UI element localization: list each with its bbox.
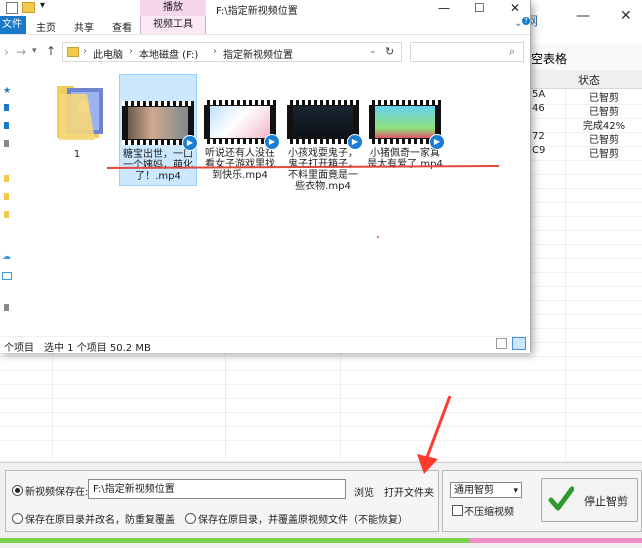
close-icon[interactable]: ✕ bbox=[620, 8, 632, 24]
table-row: 72 已智剪 bbox=[532, 131, 619, 146]
file-name: 1 bbox=[73, 149, 81, 160]
file-name: 糖宝出世，一口一个姨妈，萌化了！.mp4 bbox=[123, 149, 193, 182]
video-thumbnail: ▶ bbox=[204, 100, 280, 150]
progress-bar-done bbox=[0, 538, 470, 543]
folder-thumbnail-icon bbox=[57, 86, 103, 140]
red-dot-mark bbox=[377, 236, 379, 238]
up-arrow-icon[interactable]: ↑ bbox=[46, 44, 56, 58]
maximize-icon[interactable]: ☐ bbox=[474, 1, 485, 15]
no-compress-checkbox[interactable] bbox=[452, 505, 463, 516]
tab-file[interactable]: 文件 bbox=[0, 16, 26, 34]
address-bar[interactable]: › 此电脑 › 本地磁盘 (F:) › 指定新视频位置 ⌄ ↻ bbox=[62, 42, 402, 62]
file-name: 小孩戏耍鬼子，鬼子打开箱子，不料里面竟是一些衣物.mp4 bbox=[288, 148, 358, 192]
search-input[interactable]: ⌕ bbox=[410, 42, 524, 62]
mode-select-value: 通用智剪 bbox=[454, 485, 494, 496]
no-compress-label: 不压缩视频 bbox=[464, 507, 514, 518]
breadcrumb-this-pc[interactable]: 此电脑 bbox=[93, 46, 123, 61]
refresh-icon[interactable]: ↻ bbox=[385, 45, 394, 58]
video-item[interactable]: ▶ 小猪佩奇一家真是太有爱了.mp4 bbox=[366, 100, 445, 170]
recent-dropdown-icon[interactable]: ▾ bbox=[32, 46, 37, 56]
video-thumbnail: ▶ bbox=[369, 100, 445, 150]
breadcrumb-drive[interactable]: 本地磁盘 (F:) bbox=[139, 46, 198, 61]
video-thumbnail: ▶ bbox=[287, 100, 363, 150]
separator-icon: › bbox=[83, 46, 87, 57]
mode-select[interactable]: 通用智剪 ▾ bbox=[450, 482, 522, 498]
help-icon[interactable]: ? bbox=[522, 17, 530, 25]
back-arrow-icon[interactable]: › bbox=[4, 45, 9, 59]
explorer-window-title: F:\指定新视频位置 bbox=[216, 6, 298, 17]
save-new-location-radio[interactable] bbox=[12, 485, 23, 496]
folder-icon[interactable] bbox=[4, 175, 9, 182]
file-name: 听说还有人没在看女子游戏里找到快乐.mp4 bbox=[205, 148, 275, 181]
save-path-field[interactable]: F:\指定新视频位置 bbox=[88, 479, 346, 499]
app-window-controls: — ✕ bbox=[560, 8, 640, 28]
save-rename-radio[interactable] bbox=[12, 513, 23, 524]
video-player-badge-icon: ▶ bbox=[429, 134, 445, 150]
open-folder-button[interactable]: 打开文件夹 bbox=[384, 484, 434, 499]
minimize-icon[interactable]: — bbox=[438, 1, 450, 15]
overwrite-radio[interactable] bbox=[185, 513, 196, 524]
drive-icon[interactable] bbox=[4, 304, 9, 311]
tab-video-tools[interactable]: 视频工具 bbox=[140, 16, 206, 34]
selection-info: 选中 1 个项目 50.2 MB bbox=[44, 343, 151, 354]
breadcrumb-folder[interactable]: 指定新视频位置 bbox=[223, 46, 293, 61]
checkbox-icon[interactable] bbox=[6, 2, 18, 14]
video-player-badge-icon: ▶ bbox=[347, 134, 363, 150]
forward-arrow-icon[interactable]: → bbox=[16, 45, 26, 59]
chevron-down-icon: ▾ bbox=[513, 486, 518, 496]
folder-icon bbox=[67, 47, 79, 57]
close-icon[interactable]: ✕ bbox=[510, 1, 520, 15]
explorer-status-bar: 个项目 选中 1 个项目 50.2 MB bbox=[0, 336, 530, 354]
this-pc-icon[interactable] bbox=[2, 272, 12, 280]
quick-access-dropdown-icon[interactable]: ▾ bbox=[40, 0, 45, 11]
checkmark-icon bbox=[548, 486, 574, 511]
minimize-icon[interactable]: — bbox=[576, 8, 590, 24]
folder-icon bbox=[22, 2, 35, 13]
table-row: 46 已智剪 bbox=[532, 103, 619, 118]
cloud-icon[interactable]: ☁ bbox=[2, 252, 11, 262]
save-location-label: 新视频保存在: bbox=[25, 487, 89, 498]
folder-item[interactable]: 1 bbox=[38, 80, 116, 160]
large-icons-view-icon[interactable] bbox=[512, 337, 526, 350]
table-row: 5A 已智剪 bbox=[532, 89, 619, 104]
status-column-header: 状态 bbox=[578, 74, 600, 87]
video-player-badge-icon: ▶ bbox=[264, 134, 280, 150]
stop-cut-button[interactable]: 停止智剪 bbox=[541, 478, 638, 522]
details-view-icon[interactable] bbox=[496, 338, 507, 349]
browse-button[interactable]: 浏览 bbox=[354, 484, 374, 499]
tab-view[interactable]: 查看 bbox=[112, 19, 132, 34]
item-count: 个项目 bbox=[4, 343, 34, 354]
address-dropdown-icon[interactable]: ⌄ bbox=[369, 46, 377, 56]
video-item[interactable]: ▶ 小孩戏耍鬼子，鬼子打开箱子，不料里面竟是一些衣物.mp4 bbox=[284, 100, 363, 192]
quick-access-star-icon[interactable]: ★ bbox=[3, 86, 11, 96]
video-item-selected[interactable]: ▶ 糖宝出世，一口一个姨妈，萌化了！.mp4 bbox=[119, 74, 198, 186]
clear-table-button[interactable]: 空表格 bbox=[531, 50, 567, 67]
search-icon: ⌕ bbox=[509, 45, 516, 58]
folder-icon[interactable] bbox=[4, 193, 9, 200]
overwrite-label: 保存在原目录，并覆盖原视频文件（不能恢复） bbox=[198, 515, 408, 526]
table-row: C9 已智剪 bbox=[532, 145, 619, 160]
desktop-icon[interactable] bbox=[4, 104, 9, 111]
explorer-window-controls: — ☐ ✕ bbox=[430, 1, 530, 15]
play-context-tab[interactable]: 播放 bbox=[140, 0, 206, 16]
table-row: 完成42% bbox=[582, 121, 626, 132]
save-rename-label: 保存在原目录并改名，防重复覆盖 bbox=[25, 515, 175, 526]
video-thumbnail: ▶ bbox=[122, 101, 198, 151]
separator-icon: › bbox=[213, 46, 217, 57]
separator-icon: › bbox=[129, 46, 133, 57]
downloads-icon[interactable] bbox=[4, 122, 9, 129]
red-arrow-annotation-icon bbox=[417, 395, 452, 474]
stop-cut-label: 停止智剪 bbox=[584, 495, 628, 508]
folder-icon[interactable] bbox=[4, 211, 9, 218]
video-player-badge-icon: ▶ bbox=[182, 135, 198, 151]
tab-home[interactable]: 主页 bbox=[36, 19, 56, 34]
tab-share[interactable]: 共享 bbox=[74, 19, 94, 34]
video-item[interactable]: ▶ 听说还有人没在看女子游戏里找到快乐.mp4 bbox=[201, 100, 280, 181]
progress-bar-remaining bbox=[470, 538, 642, 543]
documents-icon[interactable] bbox=[4, 140, 9, 147]
